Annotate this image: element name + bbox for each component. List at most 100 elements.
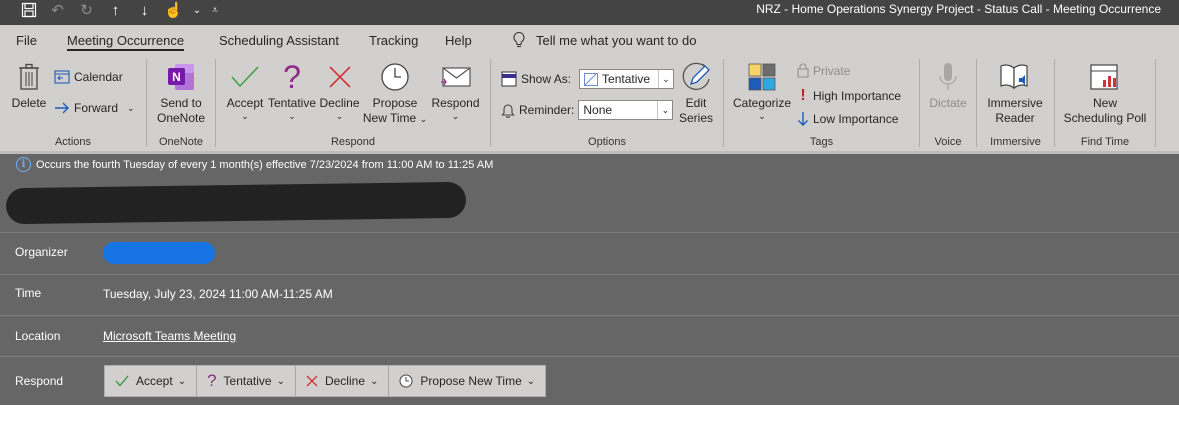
tab-scheduling-assistant[interactable]: Scheduling Assistant bbox=[219, 33, 339, 48]
propose-label-line1: Propose bbox=[372, 96, 418, 110]
x-icon bbox=[318, 58, 361, 96]
arrow-down-icon bbox=[798, 112, 808, 126]
tab-tracking[interactable]: Tracking bbox=[369, 33, 418, 48]
touch-mode-icon[interactable]: ☝ bbox=[159, 0, 188, 20]
group-divider bbox=[723, 59, 724, 147]
propose-new-time-button[interactable]: Propose New Time ⌄ bbox=[362, 58, 428, 127]
show-as-icon bbox=[501, 71, 517, 87]
immersive-reader-line2: Reader bbox=[995, 111, 1035, 125]
dictate-button[interactable]: Dictate bbox=[926, 58, 970, 111]
high-importance-label: High Importance bbox=[813, 89, 902, 103]
time-label: Time bbox=[15, 286, 42, 300]
respond-button[interactable]: Respond ⌄ bbox=[430, 58, 481, 121]
edit-series-icon bbox=[675, 58, 717, 96]
redo-icon[interactable]: ↻ bbox=[72, 0, 101, 20]
chevron-down-icon: ⌄ bbox=[451, 111, 460, 121]
low-importance-button[interactable]: Low Importance bbox=[797, 111, 898, 127]
tab-file[interactable]: File bbox=[16, 33, 37, 48]
forward-arrow-icon bbox=[55, 102, 69, 114]
respond-tentative-button[interactable]: ? Tentative ⌄ bbox=[197, 366, 296, 396]
send-to-onenote-line1: Send to bbox=[160, 96, 202, 110]
tentative-label: Tentative bbox=[267, 96, 317, 110]
window-title: NRZ - Home Operations Synergy Project - … bbox=[756, 2, 1161, 16]
forward-label: Forward bbox=[74, 101, 119, 115]
time-value: Tuesday, July 23, 2024 11:00 AM-11:25 AM bbox=[103, 287, 333, 301]
chevron-down-icon: ⌄ bbox=[241, 111, 249, 121]
respond-accept-button[interactable]: Accept ⌄ bbox=[105, 366, 198, 396]
arrow-up-icon[interactable]: ↑ bbox=[101, 0, 130, 20]
new-scheduling-poll-button[interactable]: New Scheduling Poll bbox=[1060, 58, 1150, 126]
edit-series-button[interactable]: Edit Series bbox=[675, 58, 717, 126]
group-label-find-time: Find Time bbox=[1080, 136, 1130, 148]
location-link[interactable]: Microsoft Teams Meeting bbox=[103, 329, 236, 343]
categorize-button[interactable]: Categorize ⌄ bbox=[731, 58, 793, 121]
accept-button[interactable]: Accept ⌄ bbox=[223, 58, 267, 121]
immersive-reader-button[interactable]: Immersive Reader bbox=[984, 58, 1046, 126]
dictate-label: Dictate bbox=[929, 96, 967, 110]
group-divider bbox=[215, 59, 216, 147]
respond-tentative-label: Tentative bbox=[223, 374, 272, 388]
calendar-button[interactable]: Calendar bbox=[54, 69, 123, 84]
group-label-actions: Actions bbox=[54, 136, 92, 148]
high-importance-button[interactable]: ! High Importance bbox=[797, 87, 901, 105]
chevron-down-icon: ⌄ bbox=[276, 375, 285, 387]
respond-label: Respond bbox=[431, 96, 480, 110]
group-divider bbox=[1155, 59, 1156, 147]
send-to-onenote-button[interactable]: N Send to OneNote bbox=[153, 58, 209, 126]
reminder-select[interactable]: None ⌄ bbox=[578, 100, 674, 120]
calendar-label: Calendar bbox=[74, 69, 123, 84]
scheduling-poll-line1: New bbox=[1092, 96, 1117, 110]
forward-button[interactable]: Forward ⌄ bbox=[54, 101, 135, 115]
title-bar: ↶ ↻ ↑ ↓ ☝ ⌄ ⩡ NRZ - Home Operations Syne… bbox=[0, 0, 1179, 25]
redacted-subject bbox=[5, 181, 467, 225]
respond-accept-label: Accept bbox=[136, 374, 173, 388]
edit-series-line2: Series bbox=[678, 111, 713, 125]
propose-label-line2: New Time bbox=[362, 111, 417, 125]
recurrence-info-text: Occurs the fourth Tuesday of every 1 mon… bbox=[36, 158, 494, 171]
lightbulb-icon bbox=[513, 31, 525, 48]
question-mark-icon: ? bbox=[207, 371, 217, 390]
bell-icon bbox=[501, 104, 515, 118]
touch-mode-dropdown-icon[interactable]: ⌄ bbox=[188, 0, 206, 20]
arrow-down-icon[interactable]: ↓ bbox=[130, 0, 159, 20]
private-button[interactable]: Private bbox=[797, 63, 850, 78]
checkmark-icon bbox=[115, 375, 129, 387]
show-as-select[interactable]: Tentative ⌄ bbox=[579, 69, 675, 89]
group-divider bbox=[490, 59, 491, 147]
scheduling-poll-line2: Scheduling Poll bbox=[1063, 111, 1147, 125]
respond-propose-button[interactable]: Propose New Time ⌄ bbox=[389, 366, 545, 396]
tentative-pattern-icon bbox=[584, 72, 599, 86]
customize-qat-icon[interactable]: ⩡ bbox=[206, 0, 224, 20]
reminder-control: Reminder: None ⌄ bbox=[501, 100, 674, 120]
undo-icon[interactable]: ↶ bbox=[43, 0, 72, 20]
save-icon[interactable] bbox=[14, 0, 43, 20]
tentative-button[interactable]: ? Tentative ⌄ bbox=[267, 58, 317, 122]
group-divider bbox=[146, 59, 147, 147]
chevron-down-icon: ⌄ bbox=[370, 375, 379, 387]
tell-me-search[interactable]: Tell me what you want to do bbox=[512, 31, 696, 49]
decline-button[interactable]: Decline ⌄ bbox=[318, 58, 361, 121]
lock-icon bbox=[797, 63, 809, 78]
group-divider bbox=[919, 59, 920, 147]
tab-meeting-occurrence[interactable]: Meeting Occurrence bbox=[67, 33, 185, 51]
envelope-icon bbox=[430, 58, 481, 96]
scheduling-poll-icon bbox=[1060, 58, 1150, 96]
chevron-down-icon: ⌄ bbox=[335, 111, 344, 121]
quick-access-toolbar: ↶ ↻ ↑ ↓ ☝ ⌄ ⩡ bbox=[14, 0, 224, 20]
respond-button-bar: Accept ⌄ ? Tentative ⌄ Decline ⌄ Propose… bbox=[104, 365, 547, 397]
group-label-respond: Respond bbox=[330, 136, 376, 148]
send-to-onenote-line2: OneNote bbox=[156, 111, 206, 125]
delete-button[interactable]: Delete bbox=[10, 58, 48, 111]
respond-label: Respond bbox=[15, 374, 64, 388]
group-label-immersive: Immersive bbox=[990, 136, 1041, 148]
chevron-down-icon: ⌄ bbox=[177, 375, 187, 387]
chevron-down-icon: ⌄ bbox=[526, 375, 536, 387]
location-label: Location bbox=[15, 329, 61, 343]
tab-help[interactable]: Help bbox=[445, 33, 472, 48]
delete-label: Delete bbox=[11, 96, 47, 110]
respond-decline-button[interactable]: Decline ⌄ bbox=[296, 366, 390, 396]
ribbon-tabs: File Meeting Occurrence Scheduling Assis… bbox=[0, 25, 1179, 55]
ribbon: Delete Calendar Forward ⌄ Actions N Send… bbox=[0, 55, 1179, 152]
group-label-voice: Voice bbox=[934, 136, 962, 148]
question-mark-icon: ? bbox=[283, 58, 301, 95]
